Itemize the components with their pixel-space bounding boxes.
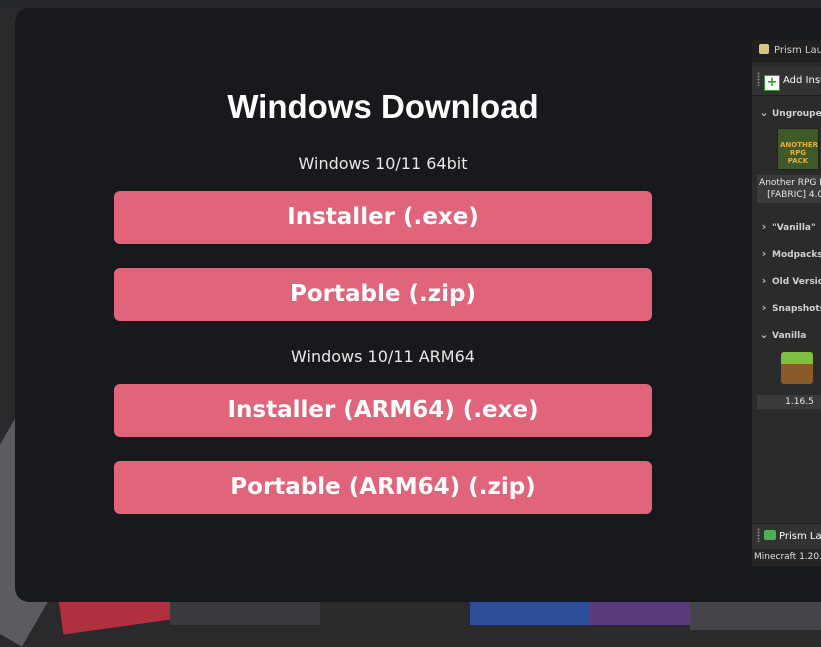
chevron-down-icon: ⌄ <box>759 328 769 341</box>
grip-icon <box>757 72 760 86</box>
launcher-toolbar: + Add Inst <box>752 67 821 96</box>
chevron-down-icon: ⌄ <box>759 106 769 119</box>
instance-label-vanilla: 1.16.5 <box>757 395 821 409</box>
background-top-bar <box>0 0 821 8</box>
group-vanilla: ⌄ Vanilla <box>752 325 821 345</box>
grass-block-icon <box>781 352 813 384</box>
chevron-right-icon: › <box>761 220 767 233</box>
instance-label-rpg: Another RPG Pack [FABRIC] 4.0.4 <box>757 175 821 203</box>
status-label: Prism Laun <box>779 531 821 542</box>
group-snapshots: › Snapshots <box>752 298 821 318</box>
instance-icon-rpg: ANOTHER RPG PACK <box>777 128 819 170</box>
launcher-title: Prism Laun <box>774 45 821 56</box>
group-modpacks: › Modpacks <box>752 244 821 264</box>
add-instance-icon: + <box>764 75 780 91</box>
launcher-screenshot: Prism Laun +Add Inst ⌄Ungroupe ANOTHER R… <box>751 39 821 567</box>
chevron-right-icon: › <box>761 274 767 287</box>
add-instance-label: Add Inst <box>783 75 821 86</box>
grip-icon <box>757 528 760 542</box>
section-label-arm64: Windows 10/11 ARM64 <box>291 347 475 366</box>
group-old-versions: › Old Versio <box>752 271 821 291</box>
launcher-titlebar: Prism Laun <box>752 40 821 62</box>
chevron-right-icon: › <box>761 301 767 314</box>
group-vanilla-quoted: › "Vanilla" <box>752 217 821 237</box>
app-icon <box>759 44 769 54</box>
group-ungrouped: ⌄ Ungroupe <box>752 103 821 123</box>
launcher-footer: Minecraft 1.20.1 <box>752 549 821 566</box>
chevron-right-icon: › <box>761 247 767 260</box>
portable-arm64-zip-button[interactable]: Portable (ARM64) (.zip) <box>114 461 652 514</box>
installer-exe-button[interactable]: Installer (.exe) <box>114 191 652 244</box>
installer-arm64-exe-button[interactable]: Installer (ARM64) (.exe) <box>114 384 652 437</box>
chat-icon <box>764 530 776 540</box>
page-title: Windows Download <box>227 88 539 125</box>
portable-zip-button[interactable]: Portable (.zip) <box>114 268 652 321</box>
section-label-64bit: Windows 10/11 64bit <box>298 154 468 173</box>
launcher-status-bar: Prism Laun <box>752 523 821 550</box>
